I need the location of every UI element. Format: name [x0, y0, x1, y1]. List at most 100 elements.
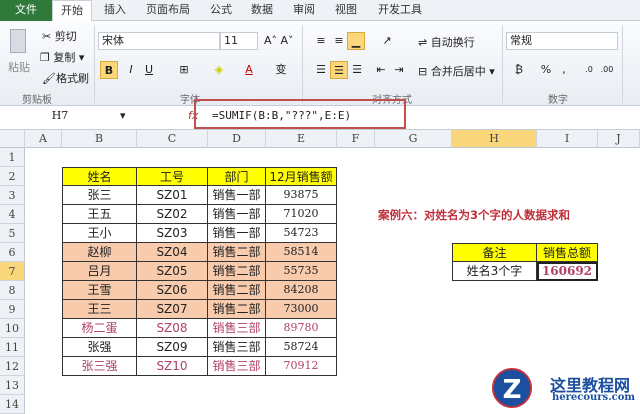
column-header-I[interactable]: I [537, 130, 598, 148]
tab-developer[interactable]: 开发工具 [378, 0, 422, 21]
increase-decimal-icon[interactable]: .0 [580, 61, 598, 79]
column-header-G[interactable]: G [375, 130, 452, 148]
table-cell[interactable]: 销售三部 [208, 319, 266, 338]
table-cell[interactable]: 58724 [266, 338, 337, 357]
row-header-14[interactable]: 14 [0, 395, 25, 414]
table-cell[interactable]: 张三 [62, 186, 137, 205]
paste-button[interactable]: 粘贴 [8, 59, 30, 75]
table-cell[interactable]: 73000 [266, 300, 337, 319]
column-header-H[interactable]: H [452, 130, 537, 148]
percent-button[interactable]: % [537, 61, 555, 79]
grow-font-icon[interactable]: A˄ A˅ [264, 34, 294, 47]
merge-center-button[interactable]: ⊟ 合并后居中 ▾ [418, 63, 495, 79]
table-cell[interactable]: 赵柳 [62, 243, 137, 262]
table-cell[interactable]: 55735 [266, 262, 337, 281]
table-cell[interactable]: 王五 [62, 205, 137, 224]
table-cell[interactable]: SZ03 [137, 224, 208, 243]
borders-icon[interactable]: ⊞ [175, 61, 193, 79]
table-cell[interactable]: 销售一部 [208, 186, 266, 205]
table-cell[interactable]: SZ10 [137, 357, 208, 376]
table-cell[interactable]: SZ02 [137, 205, 208, 224]
row-header-6[interactable]: 6 [0, 243, 25, 262]
increase-indent-icon[interactable]: ⇥ [390, 61, 408, 79]
cut-button[interactable]: ✂ 剪切 [42, 28, 77, 44]
font-size-select[interactable]: 11 [220, 32, 258, 50]
select-all-corner[interactable] [0, 130, 25, 148]
format-painter-button[interactable]: 🖌格式刷 [42, 70, 89, 86]
summary-value-cell[interactable]: 160692 [537, 262, 598, 281]
table-cell[interactable]: 58514 [266, 243, 337, 262]
table-cell[interactable]: 销售二部 [208, 262, 266, 281]
align-right-icon[interactable]: ☰ [348, 61, 366, 79]
font-name-select[interactable]: 宋体 [98, 32, 220, 50]
table-cell[interactable]: 杨二蛋 [62, 319, 137, 338]
decrease-indent-icon[interactable]: ⇤ [372, 61, 390, 79]
font-color-icon[interactable]: A [240, 61, 258, 79]
column-header-E[interactable]: E [266, 130, 337, 148]
table-header-cell[interactable]: 12月销售额 [266, 167, 337, 186]
row-header-7[interactable]: 7 [0, 262, 25, 281]
row-header-4[interactable]: 4 [0, 205, 25, 224]
column-header-C[interactable]: C [137, 130, 208, 148]
table-cell[interactable]: SZ09 [137, 338, 208, 357]
table-cell[interactable]: 71020 [266, 205, 337, 224]
table-cell[interactable]: 张强 [62, 338, 137, 357]
column-header-J[interactable]: J [598, 130, 640, 148]
align-bottom-icon[interactable]: ▁ [347, 32, 365, 50]
align-center-icon[interactable]: ☰ [330, 61, 348, 79]
tab-review[interactable]: 审阅 [293, 0, 315, 21]
table-cell[interactable]: SZ06 [137, 281, 208, 300]
italic-button[interactable]: I [122, 61, 140, 79]
table-cell[interactable]: 销售二部 [208, 300, 266, 319]
row-header-8[interactable]: 8 [0, 281, 25, 300]
table-cell[interactable]: 销售一部 [208, 205, 266, 224]
column-header-A[interactable]: A [25, 130, 62, 148]
table-cell[interactable]: SZ05 [137, 262, 208, 281]
table-cell[interactable]: 王雪 [62, 281, 137, 300]
table-cell[interactable]: 张三强 [62, 357, 137, 376]
phonetic-icon[interactable]: 变 [272, 61, 290, 79]
table-cell[interactable]: 销售三部 [208, 357, 266, 376]
table-cell[interactable]: 89780 [266, 319, 337, 338]
table-cell[interactable]: SZ01 [137, 186, 208, 205]
row-header-9[interactable]: 9 [0, 300, 25, 319]
column-header-F[interactable]: F [337, 130, 375, 148]
decrease-decimal-icon[interactable]: .00 [598, 61, 616, 79]
summary-label-cell[interactable]: 姓名3个字 [452, 262, 537, 281]
copy-button[interactable]: ❐ 复制 ▾ [40, 49, 84, 65]
row-header-5[interactable]: 5 [0, 224, 25, 243]
spreadsheet-grid[interactable]: A B C D E F G H I J 1 2 3 4 5 6 7 8 9 10 11 12 13 14 姓名 工号 部门 12月销售… [0, 130, 640, 414]
table-cell[interactable]: SZ04 [137, 243, 208, 262]
row-header-10[interactable]: 10 [0, 319, 25, 338]
row-header-12[interactable]: 12 [0, 357, 25, 376]
name-box-dropdown-icon[interactable]: ▾ [120, 109, 126, 122]
tab-formulas[interactable]: 公式 [210, 0, 232, 21]
table-cell[interactable]: 93875 [266, 186, 337, 205]
column-header-B[interactable]: B [62, 130, 137, 148]
table-cell[interactable]: 吕月 [62, 262, 137, 281]
name-box[interactable]: H7 [0, 109, 120, 122]
table-cell[interactable]: SZ08 [137, 319, 208, 338]
table-header-cell[interactable]: 部门 [208, 167, 266, 186]
comma-button[interactable]: , [555, 61, 573, 79]
underline-button[interactable]: U [140, 61, 158, 79]
currency-icon[interactable]: ₿ [510, 61, 528, 79]
row-header-13[interactable]: 13 [0, 376, 25, 395]
table-header-cell[interactable]: 工号 [137, 167, 208, 186]
table-cell[interactable]: SZ07 [137, 300, 208, 319]
table-cell[interactable]: 王三 [62, 300, 137, 319]
table-cell[interactable]: 70912 [266, 357, 337, 376]
column-header-D[interactable]: D [208, 130, 266, 148]
row-header-2[interactable]: 2 [0, 167, 25, 186]
fill-color-icon[interactable]: ◈ [210, 61, 228, 79]
bold-button[interactable]: B [100, 61, 118, 79]
wrap-text-button[interactable]: ⇌ 自动换行 [418, 34, 475, 50]
tab-data[interactable]: 数据 [251, 0, 273, 21]
align-left-icon[interactable]: ☰ [312, 61, 330, 79]
summary-header-cell[interactable]: 销售总额 [537, 243, 598, 262]
tab-insert[interactable]: 插入 [104, 0, 126, 21]
table-cell[interactable]: 销售一部 [208, 224, 266, 243]
row-header-1[interactable]: 1 [0, 148, 25, 167]
table-cell[interactable]: 84208 [266, 281, 337, 300]
row-header-3[interactable]: 3 [0, 186, 25, 205]
